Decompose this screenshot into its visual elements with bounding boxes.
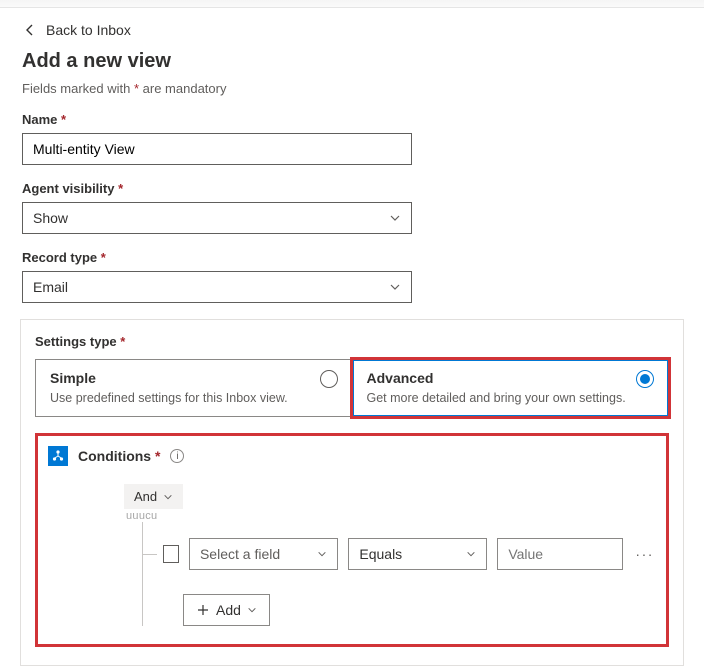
condition-more-button[interactable]: ···: [633, 542, 656, 566]
conditions-icon: [48, 446, 68, 466]
chevron-down-icon: [317, 549, 327, 559]
back-to-inbox-link[interactable]: Back to Inbox: [0, 8, 704, 46]
settings-type-simple[interactable]: Simple Use predefined settings for this …: [35, 359, 353, 417]
arrow-left-icon: [22, 22, 38, 38]
name-input[interactable]: [22, 133, 412, 165]
add-condition-button[interactable]: Add: [183, 594, 270, 626]
chevron-down-icon: [389, 281, 401, 293]
settings-type-label: Settings type *: [35, 334, 669, 349]
mandatory-hint: Fields marked with * are mandatory: [0, 79, 704, 112]
agent-visibility-value: Show: [33, 210, 68, 226]
radio-unchecked-icon: [320, 370, 338, 388]
settings-type-radio-group: Simple Use predefined settings for this …: [35, 359, 669, 417]
back-link-text: Back to Inbox: [46, 22, 131, 38]
info-icon[interactable]: i: [170, 449, 184, 463]
conditions-section: Conditions * i And uuucu Select a field …: [35, 433, 669, 647]
conditions-title: Conditions *: [78, 448, 160, 464]
page-title: Add a new view: [0, 46, 704, 79]
condition-row: Select a field Equals ···: [143, 522, 656, 578]
settings-type-advanced[interactable]: Advanced Get more detailed and bring you…: [352, 359, 670, 417]
name-label: Name *: [22, 112, 682, 127]
chevron-down-icon: [163, 492, 173, 502]
condition-value-input[interactable]: [497, 538, 623, 570]
condition-checkbox[interactable]: [163, 545, 179, 563]
chevron-down-icon: [247, 605, 257, 615]
record-type-select[interactable]: Email: [22, 271, 412, 303]
tree-stub: uuucu: [124, 510, 656, 522]
plus-icon: [196, 603, 210, 617]
agent-visibility-label: Agent visibility *: [22, 181, 682, 196]
record-type-value: Email: [33, 279, 68, 295]
agent-visibility-select[interactable]: Show: [22, 202, 412, 234]
record-type-label: Record type *: [22, 250, 682, 265]
chevron-down-icon: [466, 549, 476, 559]
chevron-down-icon: [389, 212, 401, 224]
settings-panel: Settings type * Simple Use predefined se…: [20, 319, 684, 666]
radio-checked-icon: [636, 370, 654, 388]
condition-operator-select[interactable]: Equals: [348, 538, 487, 570]
condition-field-select[interactable]: Select a field: [189, 538, 338, 570]
logic-operator-select[interactable]: And: [124, 484, 183, 509]
